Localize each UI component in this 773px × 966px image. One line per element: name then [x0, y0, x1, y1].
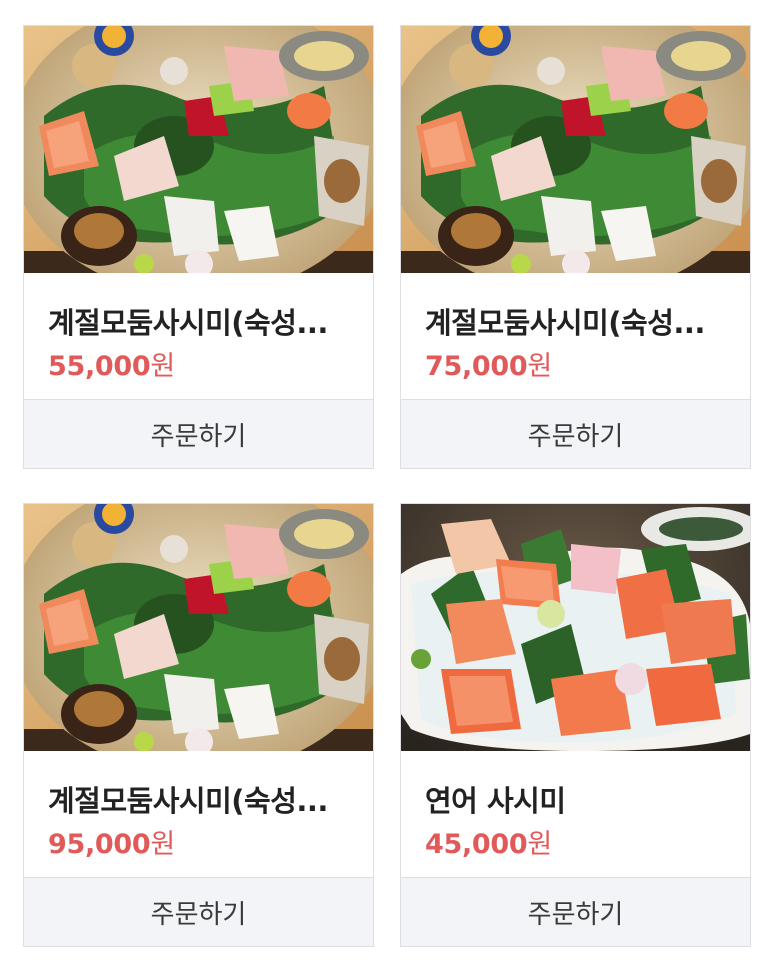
price-value: 45,000	[425, 829, 528, 860]
price-value: 75,000	[425, 351, 528, 382]
price-value: 55,000	[48, 351, 151, 382]
price-unit: 원	[527, 829, 552, 860]
price-unit: 원	[150, 351, 175, 382]
product-card[interactable]: 연어 사시미 45,000원 주문하기	[400, 503, 751, 947]
price-unit: 원	[527, 351, 552, 382]
product-price: 55,000원	[48, 344, 175, 383]
product-card[interactable]: 계절모둠사시미(숙성... 95,000원 주문하기	[23, 503, 374, 947]
product-price: 45,000원	[425, 822, 552, 861]
price-unit: 원	[150, 829, 175, 860]
order-button[interactable]: 주문하기	[401, 399, 750, 468]
order-button[interactable]: 주문하기	[24, 877, 373, 946]
salmon-sashimi-image	[401, 504, 750, 751]
product-name: 계절모둠사시미(숙성...	[48, 784, 328, 818]
assorted-sashimi-platter-image	[24, 504, 373, 751]
product-name: 연어 사시미	[425, 784, 566, 818]
order-button[interactable]: 주문하기	[24, 399, 373, 468]
product-card[interactable]: 계절모둠사시미(숙성... 55,000원 주문하기	[23, 25, 374, 469]
product-price: 75,000원	[425, 344, 552, 383]
assorted-sashimi-platter-image	[401, 26, 750, 273]
order-button[interactable]: 주문하기	[401, 877, 750, 946]
product-price: 95,000원	[48, 822, 175, 861]
product-grid: 계절모둠사시미(숙성... 55,000원 주문하기 계절모둠사시미(숙성...…	[0, 0, 773, 966]
product-name: 계절모둠사시미(숙성...	[48, 306, 328, 340]
product-card[interactable]: 계절모둠사시미(숙성... 75,000원 주문하기	[400, 25, 751, 469]
price-value: 95,000	[48, 829, 151, 860]
product-name: 계절모둠사시미(숙성...	[425, 306, 705, 340]
assorted-sashimi-platter-image	[24, 26, 373, 273]
